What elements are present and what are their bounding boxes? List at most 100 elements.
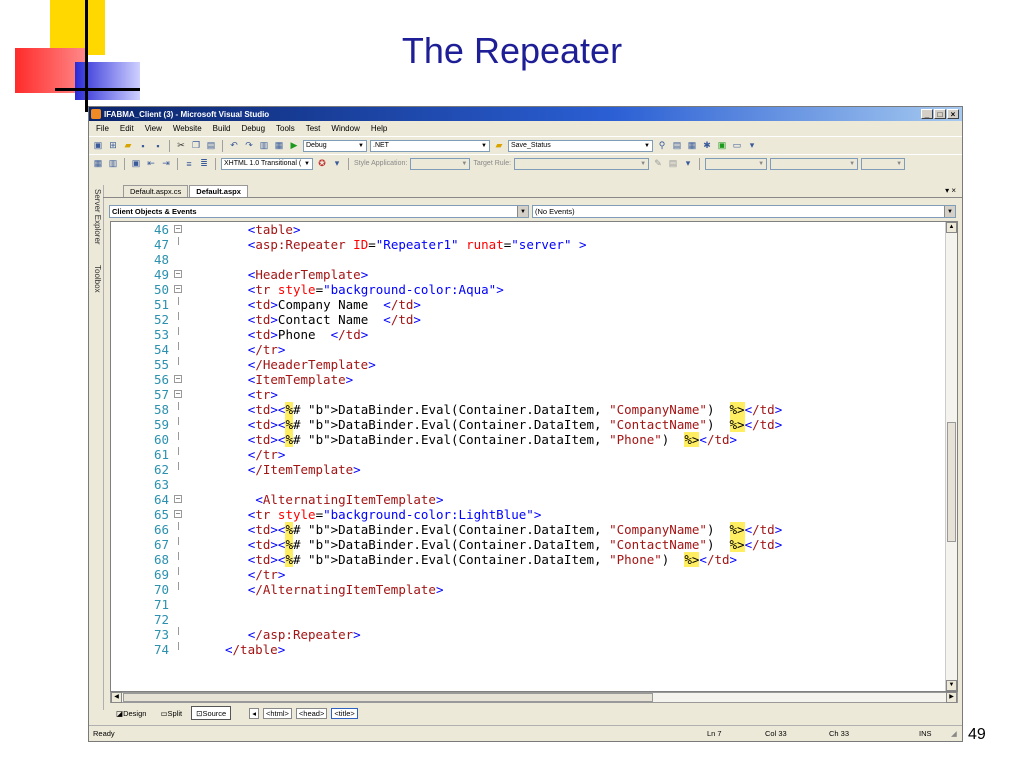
tab-default-aspx-cs[interactable]: Default.aspx.cs [123, 185, 189, 197]
paste-icon[interactable]: ▤ [205, 140, 217, 151]
toolbox-tab[interactable]: Toolbox [90, 265, 102, 293]
code-line[interactable]: 72 [111, 612, 947, 627]
code-line[interactable]: 71 [111, 597, 947, 612]
code-line[interactable]: 64− <AlternatingItemTemplate> [111, 492, 947, 507]
horizontal-scrollbar[interactable]: ◀ ▶ [110, 692, 958, 703]
resize-grip-icon[interactable]: ◢ [951, 729, 957, 738]
menu-debug[interactable]: Debug [241, 124, 265, 133]
redo-icon[interactable]: ↷ [243, 140, 255, 151]
code-line[interactable]: 63 [111, 477, 947, 492]
code-line[interactable]: 66 <td><%# "b">DataBinder.Eval(Container.… [111, 522, 947, 537]
code-line[interactable]: 65− <tr style="background-color:LightBlue… [111, 507, 947, 522]
font-name-select[interactable]: ▼ [705, 157, 768, 170]
block-format-select[interactable]: ▼ [861, 157, 906, 170]
collapse-icon[interactable]: − [174, 390, 182, 398]
code-line[interactable]: 57− <tr> [111, 387, 947, 402]
breadcrumb-head[interactable]: <head> [295, 707, 328, 719]
toolbox-icon[interactable]: ✱ [701, 140, 713, 151]
menu-help[interactable]: Help [371, 124, 387, 133]
menu-test[interactable]: Test [306, 124, 321, 133]
menu-view[interactable]: View [145, 124, 162, 133]
split-view-button[interactable]: ▭ Split [155, 706, 187, 720]
maximize-button[interactable]: □ [934, 109, 946, 119]
doctype-select[interactable]: XHTML 1.0 Transitional (▼ [221, 157, 313, 170]
events-select[interactable]: (No Events) ▼ [532, 205, 956, 218]
code-line[interactable]: 52 <td>Contact Name </td> [111, 312, 947, 327]
undo-icon[interactable]: ↶ [228, 140, 240, 151]
validate-icon[interactable]: ✪ [316, 158, 328, 169]
code-line[interactable]: 58 <td><%# "b">DataBinder.Eval(Container.… [111, 402, 947, 417]
apply-style-icon[interactable]: ✎ [652, 158, 664, 169]
toolbar-options-icon[interactable]: ▾ [746, 140, 758, 151]
collapse-icon[interactable]: − [174, 270, 182, 278]
cut-icon[interactable]: ✂ [175, 140, 187, 151]
code-editor[interactable]: 46− <table> 47 <asp:Repeater ID="Repeater1"… [110, 221, 958, 692]
code-line[interactable]: 67 <td><%# "b">DataBinder.Eval(Container.… [111, 537, 947, 552]
scroll-right-icon[interactable]: ▶ [946, 692, 957, 703]
navigate-icon[interactable]: ▥ [258, 140, 270, 151]
close-button[interactable]: × [947, 109, 959, 119]
collapse-icon[interactable]: − [174, 510, 182, 518]
start-debugging-icon[interactable]: ▶ [288, 140, 300, 151]
save-all-icon[interactable]: ▪ [152, 140, 164, 151]
copy-icon[interactable]: ❐ [190, 140, 202, 151]
configuration-select[interactable]: Debug ▼ [303, 139, 367, 152]
align-icon[interactable]: ≡ [183, 158, 195, 169]
collapse-icon[interactable]: − [174, 375, 182, 383]
object-browser-icon[interactable]: ▣ [716, 140, 728, 151]
code-line[interactable]: 56− <ItemTemplate> [111, 372, 947, 387]
scroll-thumb[interactable] [123, 693, 653, 702]
command-window-icon[interactable]: ▭ [731, 140, 743, 151]
properties-icon[interactable]: ▦ [686, 140, 698, 151]
breadcrumb-back-icon[interactable]: ◂ [249, 707, 259, 719]
code-line[interactable]: 48 [111, 252, 947, 267]
design-view-button[interactable]: ◪ Design [111, 706, 151, 720]
code-line[interactable]: 68 <td><%# "b">DataBinder.Eval(Container.… [111, 552, 947, 567]
scroll-up-icon[interactable]: ▲ [946, 222, 957, 233]
menu-edit[interactable]: Edit [120, 124, 134, 133]
toolbar-options-icon[interactable]: ▾ [331, 158, 343, 169]
code-line[interactable]: 73 </asp:Repeater> [111, 627, 947, 642]
code-line[interactable]: 70 </AlternatingItemTemplate> [111, 582, 947, 597]
collapse-icon[interactable]: − [174, 225, 182, 233]
code-line[interactable]: 60 <td><%# "b">DataBinder.Eval(Container.… [111, 432, 947, 447]
server-explorer-tab[interactable]: Server Explorer [90, 189, 102, 245]
code-line[interactable]: 55 </HeaderTemplate> [111, 357, 947, 372]
open-folder-icon[interactable]: ▰ [122, 140, 134, 151]
code-line[interactable]: 49− <HeaderTemplate> [111, 267, 947, 282]
find-in-files-icon[interactable]: ▰ [493, 140, 505, 151]
code-line[interactable]: 62 </ItemTemplate> [111, 462, 947, 477]
scroll-thumb[interactable] [947, 422, 956, 542]
format-icon[interactable]: ▦ [92, 158, 104, 169]
solution-explorer-icon[interactable]: ▤ [671, 140, 683, 151]
vertical-scrollbar[interactable]: ▲ ▼ [945, 222, 957, 691]
window-icon[interactable]: ▦ [273, 140, 285, 151]
scroll-left-icon[interactable]: ◀ [111, 692, 122, 703]
comment-icon[interactable]: ▣ [130, 158, 142, 169]
menu-build[interactable]: Build [213, 124, 231, 133]
add-item-icon[interactable]: ⊞ [107, 140, 119, 151]
uncomment-icon[interactable]: ≣ [198, 158, 210, 169]
target-rule-select[interactable]: ▼ [514, 157, 650, 170]
client-objects-select[interactable]: Client Objects & Events ▼ [109, 205, 529, 218]
scroll-down-icon[interactable]: ▼ [946, 680, 957, 691]
new-style-icon[interactable]: ▤ [667, 158, 679, 169]
code-line[interactable]: 59 <td><%# "b">DataBinder.Eval(Container.… [111, 417, 947, 432]
code-line[interactable]: 51 <td>Company Name </td> [111, 297, 947, 312]
minimize-button[interactable]: _ [921, 109, 933, 119]
code-line[interactable]: 69 </tr> [111, 567, 947, 582]
new-project-icon[interactable]: ▣ [92, 140, 104, 151]
find-combo[interactable]: Save_Status ▼ [508, 139, 653, 152]
code-line[interactable]: 50− <tr style="background-color:Aqua"> [111, 282, 947, 297]
menu-tools[interactable]: Tools [276, 124, 295, 133]
save-icon[interactable]: ▪ [137, 140, 149, 151]
code-line[interactable]: 47 <asp:Repeater ID="Repeater1" runat="se… [111, 237, 947, 252]
find-icon[interactable]: ⚲ [656, 140, 668, 151]
source-view-button[interactable]: ⊡ Source [191, 706, 232, 720]
code-line[interactable]: 61 </tr> [111, 447, 947, 462]
menu-file[interactable]: File [96, 124, 109, 133]
collapse-icon[interactable]: − [174, 285, 182, 293]
font-size-select[interactable]: ▼ [770, 157, 859, 170]
tab-controls[interactable]: ▾ × [945, 186, 956, 195]
code-line[interactable]: 46− <table> [111, 222, 947, 237]
